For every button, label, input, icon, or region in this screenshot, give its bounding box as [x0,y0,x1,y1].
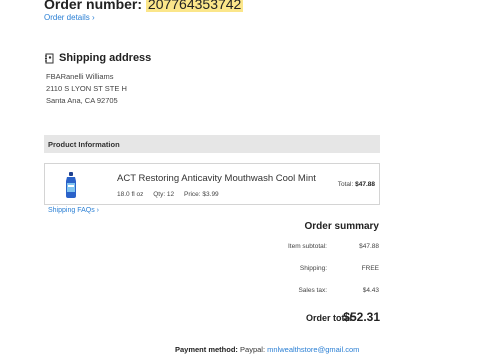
shipping-value: FREE [361,265,379,272]
order-number-label: Order number: [44,0,143,12]
payment-email[interactable]: mnlwealthstore@gmail.com [267,345,359,354]
shipping-label: Shipping: [299,265,327,272]
product-price: Price: $3.99 [183,191,219,198]
address-name: FBARanelli Williams [46,72,114,81]
product-size: 18.0 fl oz [117,191,144,198]
payment-method-name: Paypal: [240,345,266,354]
product-information-header: Product Information [44,135,380,153]
shipping-faqs-link[interactable]: Shipping FAQs › [48,207,99,214]
order-summary-title: Order summary [304,221,379,232]
subtotal-label: Item subtotal: [287,243,327,250]
product-thumbnail[interactable] [64,172,78,198]
product-name[interactable]: ACT Restoring Anticavity Mouthwash Cool … [117,173,316,184]
tax-value: $4.43 [362,287,379,294]
order-details-link[interactable]: Order details › [44,13,95,22]
product-meta: 18.0 fl oz Qty: 12 Price: $3.99 [117,191,227,198]
product-qty: Qty: 12 [153,191,175,198]
order-number-value: 207764353742 [145,0,244,12]
shipping-address-title: Shipping address [59,52,152,64]
address-city: Santa Ana, CA 92705 [46,96,118,105]
payment-method-label: Payment method: [175,345,238,354]
tax-label: Sales tax: [298,287,327,294]
payment-method-line: Payment method: Paypal: mnlwealthstore@g… [175,345,359,354]
subtotal-value: $47.88 [359,243,379,250]
product-total-value: $47.88 [355,181,375,188]
address-book-icon [45,53,54,63]
product-total: Total: $47.88 [338,181,375,188]
shipping-address-heading: Shipping address [44,52,151,64]
address-street: 2110 S LYON ST STE H [46,84,127,93]
product-total-label: Total: [337,181,354,188]
order-total-value: $52.31 [343,310,380,324]
order-number-line: Order number: 207764353742 [44,0,244,12]
product-card[interactable]: ACT Restoring Anticavity Mouthwash Cool … [44,163,380,205]
